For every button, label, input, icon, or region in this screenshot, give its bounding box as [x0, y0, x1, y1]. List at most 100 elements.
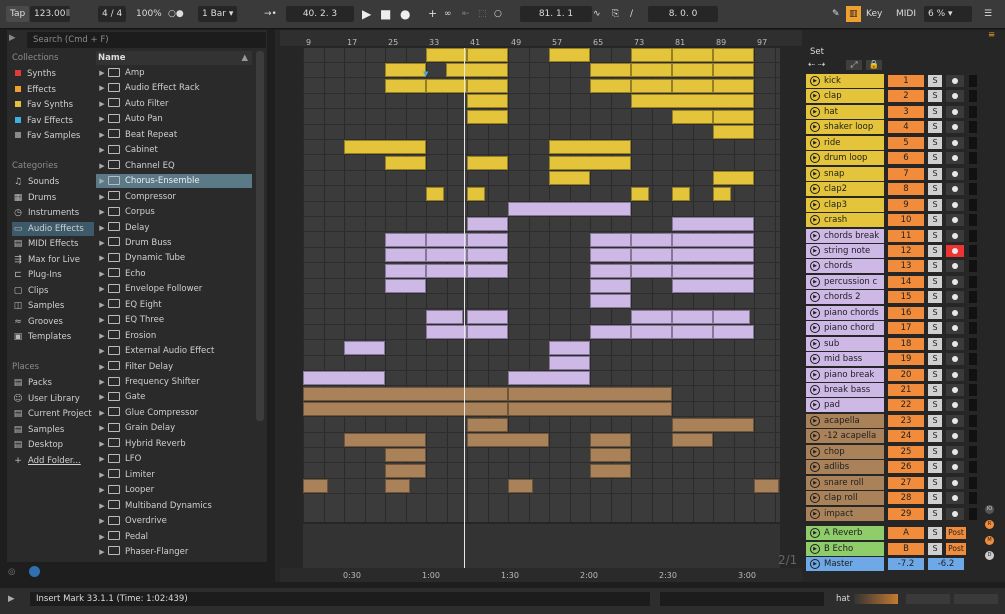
key-map-button[interactable]: Key — [866, 6, 882, 22]
arrangement-clip[interactable] — [426, 78, 467, 93]
arrangement-clip[interactable] — [590, 232, 631, 247]
browser-item[interactable]: ▶ Delay — [96, 221, 252, 235]
expand-arrow-icon[interactable]: ▶ — [96, 112, 108, 126]
arrangement-clip[interactable] — [344, 433, 426, 447]
arrangement-clip[interactable] — [385, 448, 426, 463]
search-input[interactable]: Search (Cmd + F) — [27, 32, 266, 48]
track-header[interactable]: ▶ kick — [806, 74, 884, 88]
arrangement-clip[interactable] — [385, 279, 426, 293]
master-track-header[interactable]: ▶ Master — [806, 557, 884, 571]
arrangement-clip[interactable] — [549, 340, 590, 355]
record-mode-icon[interactable]: ○● — [168, 6, 184, 22]
arm-button[interactable] — [946, 214, 964, 227]
play-clip-icon[interactable]: ▶ — [810, 354, 820, 365]
play-clip-icon[interactable]: ▶ — [810, 261, 820, 272]
arrangement-clip[interactable] — [672, 232, 754, 247]
arrangement-clip[interactable] — [672, 78, 713, 93]
arm-button[interactable] — [946, 322, 964, 335]
track-activator[interactable]: 21 — [888, 384, 924, 396]
track-activator[interactable]: 13 — [888, 260, 924, 273]
arrangement-clip[interactable] — [672, 279, 754, 293]
arrangement-clip[interactable] — [508, 402, 672, 417]
track-lane[interactable] — [303, 125, 780, 140]
play-clip-icon[interactable]: ▶ — [810, 385, 820, 395]
arrangement-clip[interactable] — [303, 479, 328, 494]
play-clip-icon[interactable]: ▶ — [810, 199, 820, 210]
arrangement-clip[interactable] — [549, 155, 631, 170]
category-item[interactable]: ⇶ Max for Live — [12, 253, 94, 267]
category-item[interactable]: ▭ Audio Effects — [12, 221, 94, 236]
solo-button[interactable]: S — [928, 492, 942, 505]
expand-arrow-icon[interactable]: ▶ — [96, 298, 108, 312]
punch-out-icon[interactable]: ∕ — [630, 6, 633, 22]
arrangement-clip[interactable] — [590, 279, 631, 293]
record-icon[interactable]: ● — [400, 6, 410, 22]
solo-button[interactable]: S — [928, 152, 942, 165]
browser-item[interactable]: ▶ Cabinet — [96, 143, 252, 157]
arm-button[interactable] — [946, 275, 964, 288]
browser-item[interactable]: ▶ Envelope Follower — [96, 282, 252, 296]
arrangement-clip[interactable] — [467, 155, 508, 170]
expand-arrow-icon[interactable]: ▶ — [96, 313, 108, 327]
arm-button[interactable] — [946, 353, 964, 366]
browser-item[interactable]: ▶ Pedal — [96, 530, 252, 544]
browser-item[interactable]: ▶ Overdrive — [96, 514, 252, 528]
play-icon[interactable]: ▶ — [362, 6, 371, 22]
collection-item[interactable]: Synths — [12, 67, 94, 81]
track-header[interactable]: ▶ sub — [806, 336, 884, 351]
expand-arrow-icon[interactable]: ▶ — [96, 128, 108, 142]
browser-item[interactable]: ▶ EQ Eight — [96, 298, 252, 312]
track-lane[interactable] — [303, 325, 780, 341]
time-signature[interactable]: 4 / 4 — [98, 6, 127, 22]
solo-button[interactable]: S — [928, 507, 942, 520]
solo-button[interactable]: S — [928, 399, 942, 412]
post-button[interactable]: Post — [946, 542, 966, 555]
punch-in-icon[interactable]: ∿ — [593, 6, 601, 22]
track-header[interactable]: ▶ chop — [806, 444, 884, 459]
track-lane[interactable] — [303, 63, 780, 79]
arrangement-clip[interactable] — [713, 48, 754, 62]
track-activator[interactable]: 5 — [888, 136, 924, 149]
expand-arrow-icon[interactable]: ▶ — [96, 360, 108, 374]
track-header[interactable]: ▶ adlibs — [806, 460, 884, 475]
track-activator[interactable]: 3 — [888, 105, 924, 118]
browser-item[interactable]: ▶ Chorus-Ensemble — [96, 174, 252, 189]
quantize-menu[interactable]: 1 Bar ▾ — [198, 6, 238, 22]
play-clip-icon[interactable]: ▶ — [810, 400, 820, 411]
play-clip-icon[interactable]: ▶ — [810, 215, 820, 226]
track-lane[interactable] — [303, 309, 780, 325]
arrangement-clip[interactable] — [467, 94, 508, 109]
arrangement-clip[interactable] — [549, 171, 590, 186]
category-item[interactable]: ▤ MIDI Effects — [12, 237, 94, 251]
arrangement-clip[interactable] — [590, 263, 631, 278]
browser-item[interactable]: ▶ Looper — [96, 483, 252, 497]
solo-button[interactable]: S — [928, 306, 942, 319]
arrangement-clip[interactable] — [672, 417, 754, 432]
tempo-field[interactable]: 123.00 — [30, 6, 70, 22]
arrangement-clip[interactable] — [672, 248, 754, 263]
browser-item[interactable]: ▶ Frequency Shifter — [96, 375, 252, 389]
track-activator[interactable]: 1 — [888, 75, 924, 87]
arrangement-clip[interactable] — [631, 263, 672, 278]
arrangement-clip[interactable] — [631, 63, 672, 78]
category-item[interactable]: ⊏ Plug-Ins — [12, 268, 94, 282]
expand-arrow-icon[interactable]: ▶ — [96, 483, 108, 497]
arrangement-clip[interactable] — [344, 340, 385, 355]
track-activator[interactable]: 28 — [888, 492, 924, 505]
track-activator[interactable]: 15 — [888, 291, 924, 304]
arrangement-grid[interactable] — [303, 48, 780, 522]
arrangement-clip[interactable] — [467, 325, 508, 340]
arm-button[interactable] — [946, 291, 964, 304]
loop-start-field[interactable]: 81. 1. 1 — [520, 6, 592, 22]
place-item[interactable]: ▤ Packs — [12, 376, 94, 390]
solo-button[interactable]: S — [928, 337, 942, 350]
expand-arrow-icon[interactable]: ▶ — [96, 344, 108, 358]
arrangement-clip[interactable] — [713, 125, 754, 139]
midi-map-button[interactable]: MIDI — [896, 6, 916, 22]
arrangement-clip[interactable] — [672, 48, 713, 62]
arm-button[interactable] — [946, 414, 964, 427]
solo-button[interactable]: S — [928, 198, 942, 211]
arrangement-clip[interactable] — [631, 186, 649, 201]
solo-button[interactable]: S — [928, 476, 942, 489]
show-browser-icon[interactable]: ▶ — [8, 594, 15, 604]
